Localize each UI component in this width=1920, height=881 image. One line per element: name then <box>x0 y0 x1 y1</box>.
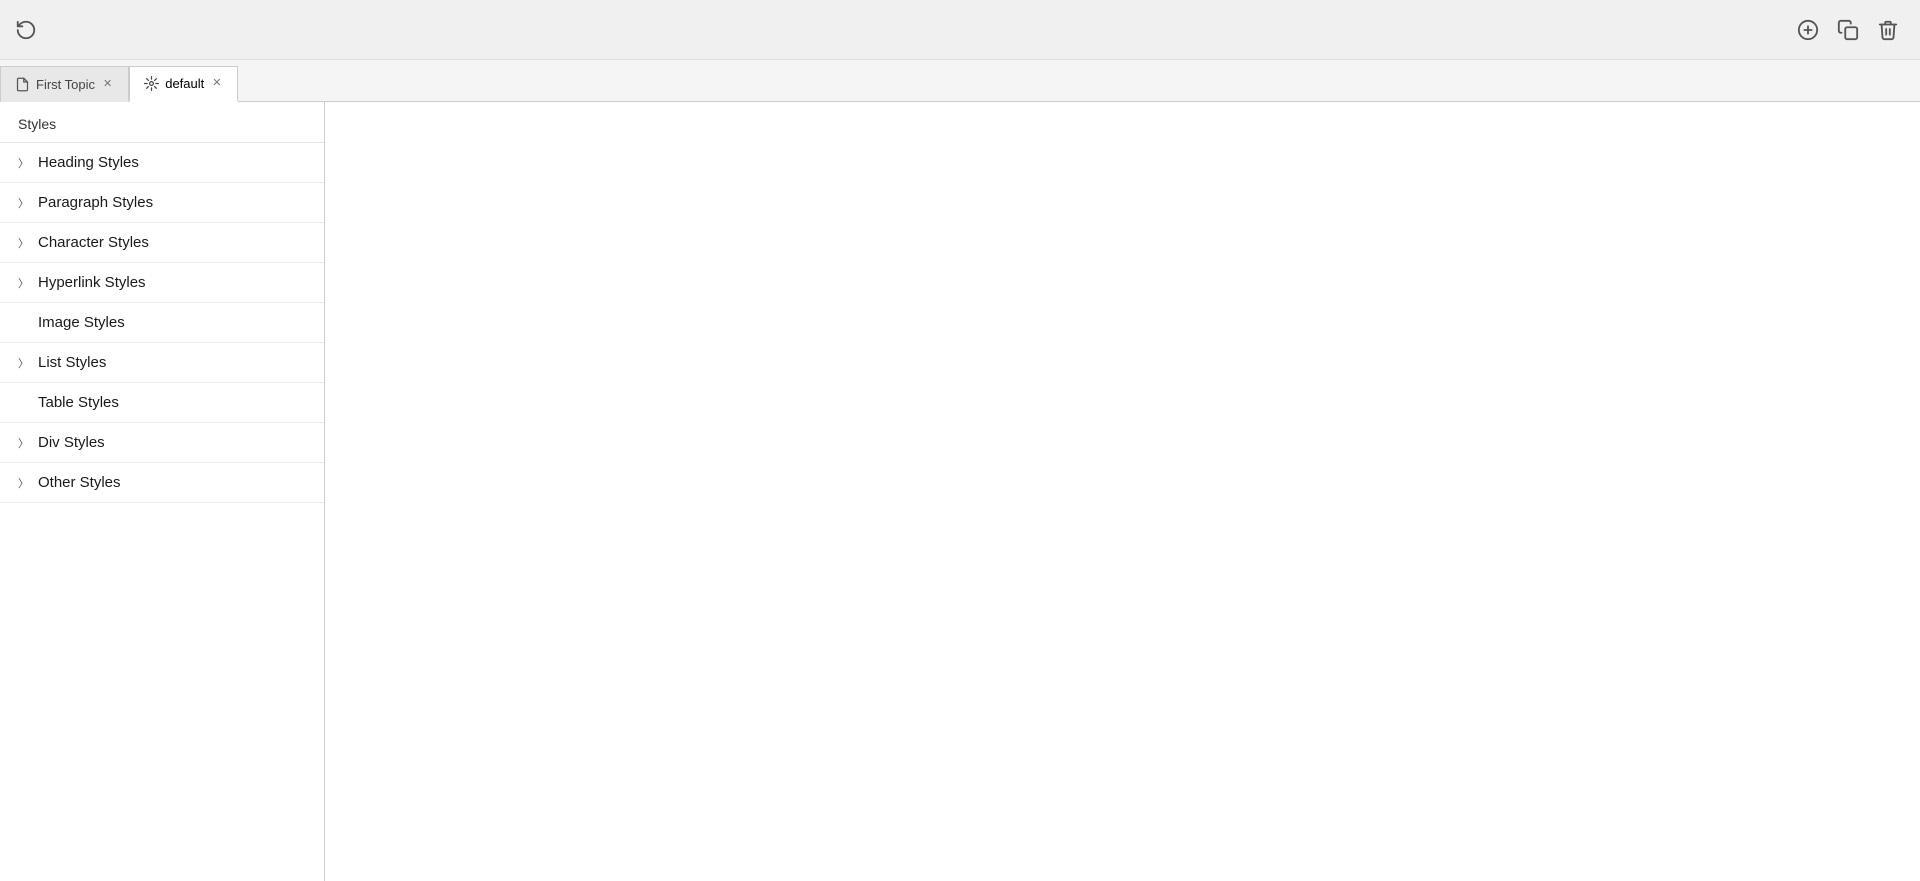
paragraph-styles-label: Paragraph Styles <box>38 194 153 211</box>
tab-default-label: default <box>165 76 204 91</box>
table-styles-group[interactable]: Table Styles <box>0 383 324 423</box>
content-area <box>325 102 1920 881</box>
heading-styles-group[interactable]: 〉 Heading Styles <box>0 143 324 183</box>
list-styles-group[interactable]: 〉 List Styles <box>0 343 324 383</box>
list-styles-label: List Styles <box>38 354 106 371</box>
other-styles-chevron: 〉 <box>18 475 30 491</box>
copy-button[interactable] <box>1832 14 1864 46</box>
toolbar-left <box>10 14 42 46</box>
tab-default-close[interactable]: ✕ <box>210 77 223 90</box>
div-styles-label: Div Styles <box>38 434 105 451</box>
add-button[interactable] <box>1792 14 1824 46</box>
character-styles-chevron: 〉 <box>18 235 30 251</box>
div-styles-group[interactable]: 〉 Div Styles <box>0 423 324 463</box>
div-styles-chevron: 〉 <box>18 435 30 451</box>
other-styles-group[interactable]: 〉 Other Styles <box>0 463 324 503</box>
tab-first-topic[interactable]: First Topic ✕ <box>0 66 129 102</box>
other-styles-label: Other Styles <box>38 474 121 491</box>
character-styles-label: Character Styles <box>38 234 149 251</box>
toolbar <box>0 0 1920 60</box>
hyperlink-styles-label: Hyperlink Styles <box>38 274 146 291</box>
tab-bar: First Topic ✕ default ✕ <box>0 60 1920 102</box>
toolbar-right <box>1792 14 1904 46</box>
hyperlink-styles-group[interactable]: 〉 Hyperlink Styles <box>0 263 324 303</box>
sidebar: Styles 〉 Heading Styles 〉 Paragraph Styl… <box>0 102 325 881</box>
add-icon <box>1797 19 1819 41</box>
refresh-icon <box>15 19 37 41</box>
heading-styles-chevron: 〉 <box>18 155 30 171</box>
table-styles-label: Table Styles <box>38 394 119 411</box>
delete-icon <box>1877 19 1899 41</box>
refresh-button[interactable] <box>10 14 42 46</box>
app-container: First Topic ✕ default ✕ Styles 〉 Heading… <box>0 0 1920 881</box>
paragraph-styles-chevron: 〉 <box>18 195 30 211</box>
image-styles-group[interactable]: Image Styles <box>0 303 324 343</box>
list-styles-chevron: 〉 <box>18 355 30 371</box>
heading-styles-label: Heading Styles <box>38 154 139 171</box>
sidebar-title: Styles <box>0 102 324 143</box>
image-styles-label: Image Styles <box>38 314 125 331</box>
tab-first-topic-close[interactable]: ✕ <box>101 78 114 91</box>
delete-button[interactable] <box>1872 14 1904 46</box>
hyperlink-styles-chevron: 〉 <box>18 275 30 291</box>
tab-default[interactable]: default ✕ <box>129 66 238 102</box>
tab-first-topic-label: First Topic <box>36 77 95 92</box>
paragraph-styles-group[interactable]: 〉 Paragraph Styles <box>0 183 324 223</box>
styles-icon <box>144 76 159 91</box>
document-icon <box>15 77 30 92</box>
main-area: Styles 〉 Heading Styles 〉 Paragraph Styl… <box>0 102 1920 881</box>
character-styles-group[interactable]: 〉 Character Styles <box>0 223 324 263</box>
copy-icon <box>1837 19 1859 41</box>
